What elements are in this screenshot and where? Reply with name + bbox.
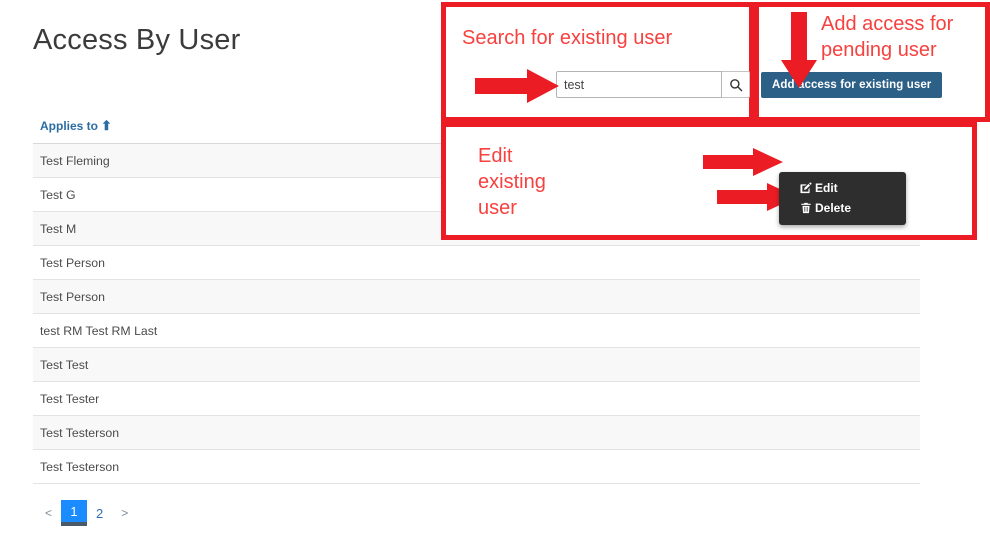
cell-actions [476, 245, 920, 280]
pagination-prev-button[interactable]: < [36, 502, 61, 524]
annotation-arrow-down-add-access [781, 12, 817, 88]
search-toolbar [556, 71, 750, 98]
annotation-label-add-access: Add access for pending user [821, 13, 954, 61]
sort-ascending-icon[interactable]: ⬆ [101, 118, 112, 133]
cell-applies-to: Test Person [33, 279, 477, 314]
pagination: < 1 2 > [36, 500, 137, 526]
cell-actions [476, 279, 920, 314]
cell-applies-to: Test Testerson [33, 449, 477, 484]
pagination-page-1[interactable]: 1 [61, 500, 88, 526]
row-context-menu[interactable]: Edit Delete [779, 172, 906, 225]
context-menu-item-edit[interactable]: Edit [779, 178, 906, 198]
search-group [556, 71, 750, 98]
pencil-square-icon [800, 182, 812, 194]
table-row: test RM Test RM Last [33, 313, 920, 348]
cell-actions [476, 381, 920, 416]
context-menu-item-label: Delete [815, 201, 852, 215]
cell-applies-to: Test Person [33, 245, 477, 280]
cell-applies-to: Test Tester [33, 381, 477, 416]
column-header-label: Applies to [40, 119, 99, 133]
search-icon [729, 78, 743, 92]
table-row: Test Tester [33, 381, 920, 416]
pagination-next-button[interactable]: > [112, 502, 137, 524]
table-row: Test Test [33, 347, 920, 382]
annotation-arrow-right-chevron [703, 148, 783, 176]
page-title: Access By User [33, 24, 241, 56]
table-row: Test Person [33, 279, 920, 314]
context-menu-item-label: Edit [815, 181, 838, 195]
trash-icon [800, 202, 812, 214]
annotation-label-edit-user: Edit existing user [478, 145, 546, 219]
cell-actions [476, 347, 920, 382]
cell-actions [476, 313, 920, 348]
cell-applies-to: Test M [33, 211, 477, 246]
table-row: Test Testerson [33, 449, 920, 484]
annotation-label-search: Search for existing user [462, 27, 673, 49]
annotation-arrow-right-search [475, 69, 559, 103]
search-input[interactable] [556, 71, 722, 98]
pagination-page-2[interactable]: 2 [87, 502, 112, 524]
context-menu-item-delete[interactable]: Delete [779, 198, 906, 218]
column-header-applies-to[interactable]: Applies to ⬆ [33, 110, 477, 144]
search-button[interactable] [722, 71, 750, 98]
annotation-box-search [441, 2, 754, 122]
cell-actions [476, 415, 920, 450]
table-row: Test Person [33, 245, 920, 280]
table-row: Test Testerson [33, 415, 920, 450]
cell-applies-to: Test Test [33, 347, 477, 382]
cell-actions [476, 449, 920, 484]
cell-applies-to: Test Testerson [33, 415, 477, 450]
cell-applies-to: Test G [33, 177, 477, 212]
cell-applies-to: Test Fleming [33, 143, 477, 178]
cell-applies-to: test RM Test RM Last [33, 313, 477, 348]
